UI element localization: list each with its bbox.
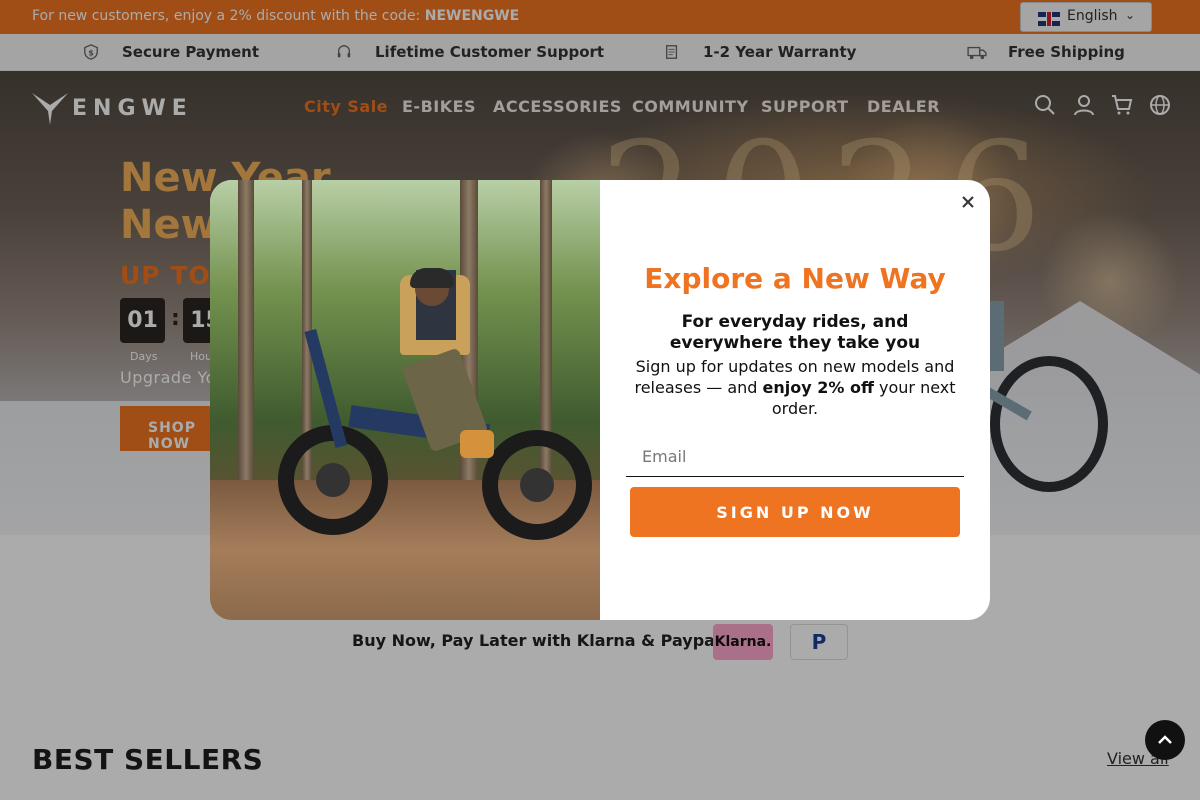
signup-popup: Explore a New Way For everyday rides, an…: [210, 180, 990, 620]
close-icon[interactable]: [958, 192, 978, 212]
discount-highlight: enjoy 2% off: [762, 378, 874, 397]
rider-helmet: [410, 268, 454, 288]
tree-trunk: [238, 180, 254, 500]
popup-body: Sign up for updates on new models and re…: [634, 357, 956, 418]
chevron-up-icon: [1158, 735, 1172, 744]
back-to-top-button[interactable]: [1145, 720, 1185, 760]
rider-boot: [460, 430, 494, 458]
popup-subtitle: For everyday rides, and everywhere they …: [669, 312, 921, 353]
email-input[interactable]: [626, 436, 964, 477]
popup-title: Explore a New Way: [644, 262, 946, 295]
sign-up-button[interactable]: SIGN UP NOW: [630, 487, 960, 537]
popup-photo: [210, 180, 600, 620]
bike-rear-wheel: [482, 430, 592, 540]
